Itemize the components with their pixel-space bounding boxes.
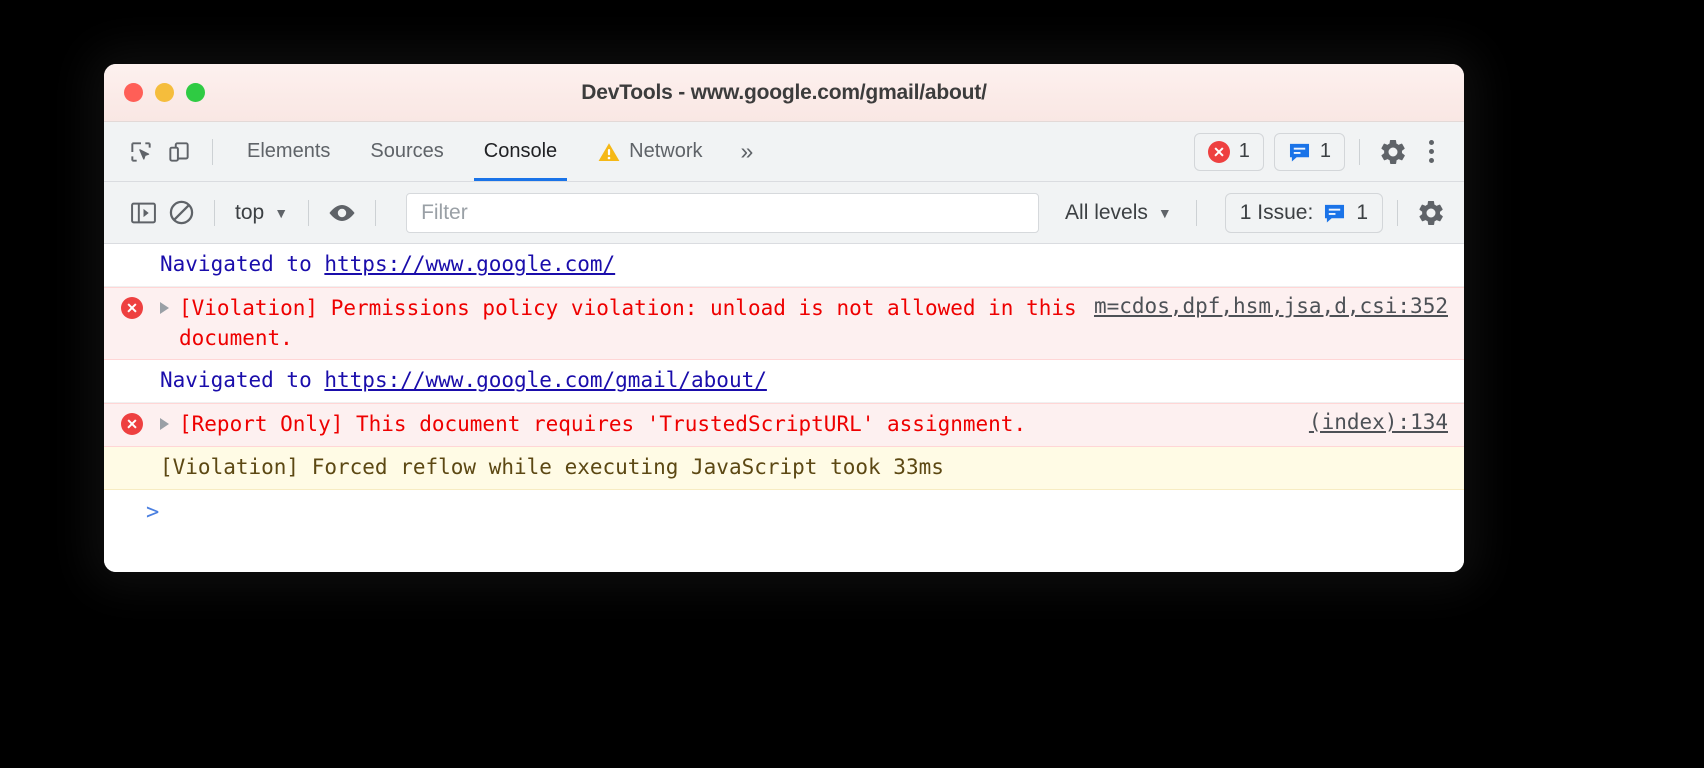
console-message-text: [Violation] Permissions policy violation… [179,295,1090,350]
execution-context-selector[interactable]: top ▼ [229,201,294,225]
error-count-label: 1 [1238,140,1250,162]
chevron-down-icon: ▼ [1157,204,1172,221]
issues-summary-button[interactable]: 1 Issue: 1 [1224,192,1383,233]
filterbar-divider-1 [214,199,215,226]
gear-icon[interactable] [1374,133,1412,171]
tabbar-divider-2 [1359,138,1360,165]
filterbar-divider-5 [1397,199,1398,226]
console-row[interactable]: [Violation] Forced reflow while executin… [104,447,1464,490]
tab-network-label: Network [629,140,703,162]
issues-summary-count: 1 [1356,200,1368,224]
warning-triangle-icon [597,141,621,163]
tab-console-label: Console [483,140,558,162]
execution-context-label: top [235,200,265,224]
row-gutter [104,453,160,456]
window-title: DevTools - www.google.com/gmail/about/ [581,80,987,104]
row-gutter [104,410,160,436]
navigation-link[interactable]: https://www.google.com/ [324,252,615,276]
log-level-selector[interactable]: All levels ▼ [1055,201,1182,225]
expand-triangle-icon[interactable] [160,418,169,431]
console-row[interactable]: Navigated to https://www.google.com/gmai… [104,360,1464,404]
filter-input[interactable]: Filter [406,192,1040,233]
screenshot-root: DevTools - www.google.com/gmail/about/ E… [0,0,1704,768]
prompt-caret-icon: > [146,499,160,525]
error-circle-icon [121,413,143,436]
source-location-link[interactable]: m=cdos,dpf,hsm,jsa,d,csi:352 [1094,294,1448,318]
row-gutter [104,294,160,319]
issues-message-icon [1323,203,1346,223]
row-gutter [104,366,160,369]
device-toolbar-icon[interactable] [160,133,198,171]
filterbar-divider-4 [1195,199,1197,226]
console-row[interactable]: [Report Only] This document requires 'Tr… [104,403,1464,448]
tab-sources[interactable]: Sources [350,122,463,181]
message-prefix: Navigated to [160,368,325,393]
filterbar-divider-2 [308,199,310,226]
tab-network[interactable]: Network [577,122,722,181]
console-message-text: Navigated to https://www.google.com/ [160,250,1448,280]
issues-count-label: 1 [1319,140,1331,162]
panel-tab-bar: Elements Sources Console Network » 1 1 [104,122,1464,182]
message-prefix: Navigated to [160,252,325,276]
filterbar-divider-3 [375,199,377,226]
chevron-down-icon: ▼ [274,204,289,221]
console-row[interactable]: [Violation] Permissions policy violation… [104,286,1464,361]
console-message-text: [Violation] Forced reflow while executin… [160,455,944,480]
tab-sources-label: Sources [370,140,444,162]
kebab-dots [1428,140,1434,163]
console-sidebar-icon[interactable] [124,194,162,232]
tab-elements-label: Elements [247,140,331,162]
title-bar: DevTools - www.google.com/gmail/about/ [104,64,1464,122]
error-circle-icon [121,296,143,319]
expand-triangle-icon[interactable] [160,301,169,314]
clear-console-icon[interactable] [162,194,200,232]
console-message-text: [Report Only] This document requires 'Tr… [179,412,1027,437]
panel-tabs: Elements Sources Console Network [227,122,723,181]
devtools-window: DevTools - www.google.com/gmail/about/ E… [104,64,1464,572]
kebab-menu-icon[interactable] [1412,133,1450,171]
console-message-list[interactable]: Navigated to https://www.google.com/ [Vi… [104,244,1464,572]
console-filter-bar: top ▼ Filter All levels ▼ 1 Issue: 1 [104,182,1464,244]
console-prompt[interactable]: > [104,490,1464,535]
log-level-label: All levels [1065,200,1148,224]
filter-placeholder: Filter [421,200,468,224]
console-message-text: Navigated to https://www.google.com/gmai… [160,366,1448,396]
live-expression-eye-icon[interactable] [323,194,361,232]
row-gutter [104,250,160,253]
issues-message-icon [1288,142,1311,162]
tab-elements[interactable]: Elements [227,122,350,181]
tabbar-divider-1 [212,138,213,165]
console-row[interactable]: Navigated to https://www.google.com/ [104,244,1464,287]
inspect-element-icon[interactable] [122,133,160,171]
error-count-badge[interactable]: 1 [1193,132,1264,171]
navigation-link[interactable]: https://www.google.com/gmail/about/ [324,368,767,392]
tabs-overflow-button[interactable]: » [723,138,770,165]
error-circle-icon [1207,140,1230,163]
source-location-link[interactable]: (index):134 [1309,410,1448,434]
issues-count-badge[interactable]: 1 [1273,132,1345,171]
tab-console[interactable]: Console [464,122,577,181]
gear-icon[interactable] [1412,194,1450,232]
issues-summary-label: 1 Issue: [1239,200,1314,224]
